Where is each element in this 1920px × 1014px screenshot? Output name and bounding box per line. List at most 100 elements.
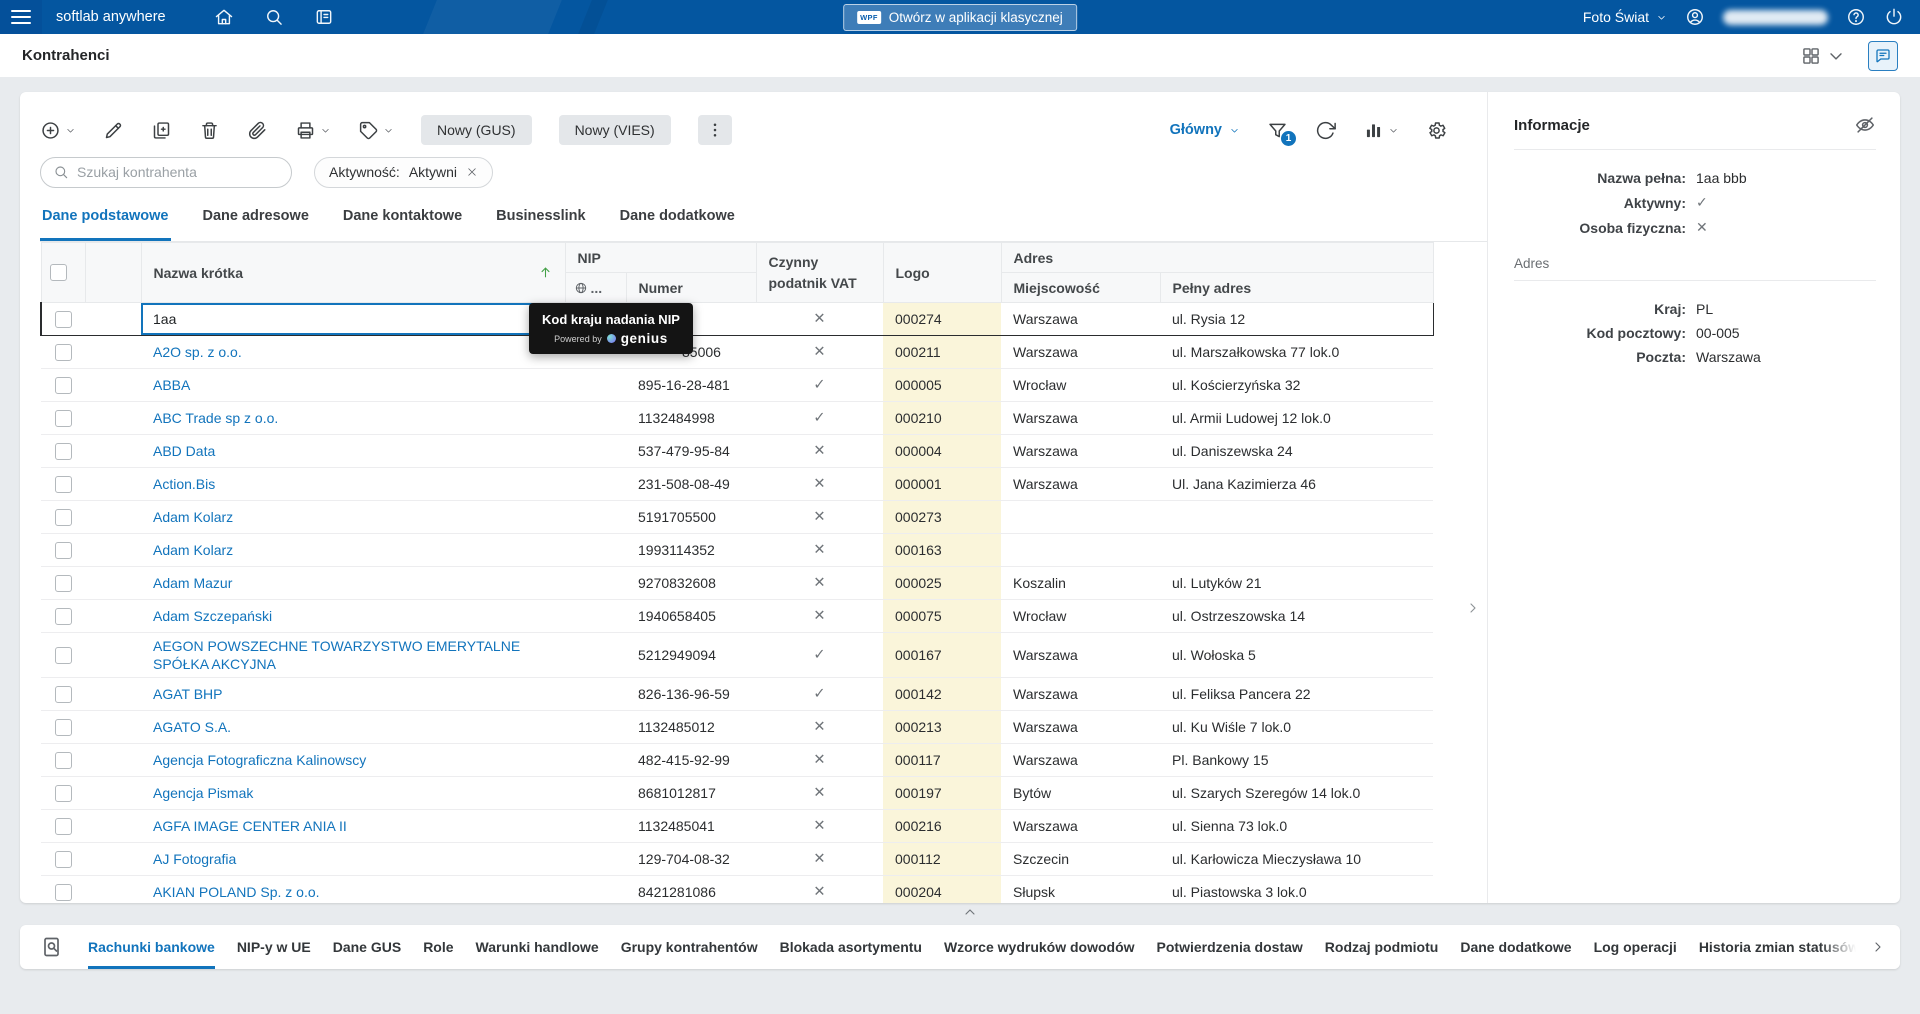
column-header-vat[interactable]: Czynny podatnik VAT <box>755 242 884 303</box>
copy-button[interactable] <box>151 120 172 141</box>
contractor-link[interactable]: AGAT BHP <box>153 686 223 702</box>
collapse-bottom-panel-button[interactable] <box>952 903 988 921</box>
row-checkbox[interactable] <box>54 752 72 770</box>
search-box[interactable] <box>40 156 292 188</box>
contractor-link[interactable]: Adam Szczepański <box>153 608 272 624</box>
row-checkbox[interactable] <box>54 647 72 665</box>
row-checkbox[interactable] <box>54 541 72 559</box>
tab[interactable]: Businesslink <box>494 196 587 241</box>
table-row[interactable]: Adam Kolarz 1993114352 ✕ 000163 <box>41 533 1433 567</box>
open-classic-app-button[interactable]: WPF Otwórz w aplikacji klasycznej <box>843 4 1077 31</box>
print-button[interactable] <box>295 120 331 141</box>
contractor-link[interactable]: Agencja Pismak <box>153 785 253 801</box>
bottom-tab[interactable]: Log operacji <box>1594 925 1677 969</box>
comments-toggle-button[interactable] <box>1868 40 1898 71</box>
column-header-full-address[interactable]: Pełny adres <box>1159 272 1434 303</box>
bottom-tab[interactable]: Grupy kontrahentów <box>621 925 758 969</box>
row-checkbox[interactable] <box>54 409 72 427</box>
close-icon[interactable] <box>466 166 478 178</box>
tags-button[interactable] <box>358 120 394 141</box>
home-icon[interactable] <box>214 7 234 27</box>
tabs-scroll-right-button[interactable] <box>1820 925 1900 969</box>
bottom-tab[interactable]: Role <box>423 925 453 969</box>
column-header-nip-country[interactable]: ... <box>564 272 627 303</box>
row-checkbox[interactable] <box>54 343 72 361</box>
bottom-tab[interactable]: Potwierdzenia dostaw <box>1157 925 1303 969</box>
contractor-link[interactable]: AJ Fotografia <box>153 851 236 867</box>
row-checkbox[interactable] <box>54 475 72 493</box>
help-icon[interactable] <box>1846 7 1866 27</box>
table-row[interactable]: AGFA IMAGE CENTER ANIA II 1132485041 ✕ 0… <box>41 809 1433 844</box>
hamburger-menu-button[interactable] <box>0 0 42 34</box>
contractor-link[interactable]: AGATO S.A. <box>153 719 231 735</box>
table-row[interactable]: A2O sp. z o.o. 85006 ✕ 000211 Warszawa u… <box>41 335 1433 369</box>
table-row[interactable]: Action.Bis 231-508-08-49 ✕ 000001 Warsza… <box>41 467 1433 501</box>
table-row[interactable]: Adam Kolarz 5191705500 ✕ 000273 <box>41 500 1433 534</box>
power-icon[interactable] <box>1884 7 1904 27</box>
tab[interactable]: Dane dodatkowe <box>618 196 737 241</box>
table-row[interactable]: AGATO S.A. 1132485012 ✕ 000213 Warszawa … <box>41 710 1433 745</box>
contacts-icon[interactable] <box>314 7 334 27</box>
edit-button[interactable] <box>103 120 124 141</box>
column-header-nip-number[interactable]: Numer <box>625 272 757 303</box>
bottom-tab[interactable]: Rachunki bankowe <box>88 925 215 969</box>
row-checkbox[interactable] <box>54 607 72 625</box>
bottom-tab[interactable]: Blokada asortymentu <box>780 925 922 969</box>
new-gus-button[interactable]: Nowy (GUS) <box>421 115 532 145</box>
view-selector[interactable]: Główny <box>1170 122 1240 138</box>
contractor-link[interactable]: AEGON POWSZECHNE TOWARZYSTWO EMERYTALNE … <box>153 638 520 672</box>
table-row[interactable]: ABBA 895-16-28-481 ✓ 000005 Wrocław ul. … <box>41 368 1433 402</box>
contractor-link[interactable]: AKIAN POLAND Sp. z o.o. <box>153 884 320 900</box>
row-checkbox[interactable] <box>54 719 72 737</box>
row-checkbox[interactable] <box>54 785 72 803</box>
hide-panel-icon[interactable] <box>1854 114 1876 136</box>
table-row[interactable]: ABD Data 537-479-95-84 ✕ 000004 Warszawa… <box>41 434 1433 468</box>
tab[interactable]: Dane adresowe <box>201 196 311 241</box>
chart-button[interactable] <box>1363 120 1399 141</box>
brand-logo[interactable]: softlab anywhere <box>56 9 166 25</box>
table-row[interactable]: 1aa ✕ 000274 Warszawa ul. Rysia 12 <box>40 302 1434 336</box>
row-checkbox[interactable] <box>54 508 72 526</box>
table-row[interactable]: AJ Fotografia 129-704-08-32 ✕ 000112 Szc… <box>41 842 1433 877</box>
contractor-link[interactable]: ABC Trade sp z o.o. <box>153 410 278 426</box>
contractor-link[interactable]: ABBA <box>153 377 190 393</box>
table-row[interactable]: Agencja Pismak 8681012817 ✕ 000197 Bytów… <box>41 776 1433 811</box>
row-checkbox[interactable] <box>54 851 72 869</box>
row-checkbox[interactable] <box>54 884 72 902</box>
search-input[interactable] <box>77 164 279 180</box>
delete-button[interactable] <box>199 120 220 141</box>
column-header-city[interactable]: Miejscowość <box>1000 272 1161 303</box>
company-selector[interactable]: Foto Świat <box>1583 9 1667 25</box>
contractor-link[interactable]: Action.Bis <box>153 476 215 492</box>
refresh-button[interactable] <box>1315 120 1336 141</box>
contractor-link[interactable]: A2O sp. z o.o. <box>153 344 242 360</box>
row-checkbox[interactable] <box>54 376 72 394</box>
table-row[interactable]: AGAT BHP 826-136-96-59 ✓ 000142 Warszawa… <box>41 677 1433 712</box>
contractor-link[interactable]: Adam Mazur <box>153 575 232 591</box>
bottom-tab[interactable]: Dane GUS <box>333 925 401 969</box>
settings-button[interactable] <box>1426 120 1447 141</box>
document-search-icon[interactable] <box>40 935 64 959</box>
row-checkbox[interactable] <box>54 686 72 704</box>
add-button[interactable] <box>40 120 76 141</box>
bottom-tab[interactable]: Wzorce wydruków dowodów <box>944 925 1135 969</box>
table-row[interactable]: Agencja Fotograficzna Kalinowscy 482-415… <box>41 743 1433 778</box>
column-header-logo[interactable]: Logo <box>882 242 1002 303</box>
more-actions-button[interactable] <box>697 115 732 145</box>
contractor-link[interactable]: Adam Kolarz <box>153 542 233 558</box>
table-row[interactable]: ABC Trade sp z o.o. 1132484998 ✓ 000210 … <box>41 401 1433 435</box>
contractor-link[interactable]: Adam Kolarz <box>153 509 233 525</box>
row-checkbox[interactable] <box>54 442 72 460</box>
new-vies-button[interactable]: Nowy (VIES) <box>558 115 671 145</box>
contractor-link[interactable]: 1aa <box>153 311 176 327</box>
contractor-link[interactable]: ABD Data <box>153 443 215 459</box>
filter-button[interactable]: 1 <box>1267 120 1296 146</box>
user-icon[interactable] <box>1685 7 1705 27</box>
select-all-checkbox[interactable] <box>49 264 67 282</box>
active-filter-chip[interactable]: Aktywność: Aktywni <box>314 156 494 188</box>
table-row[interactable]: Adam Szczepański 1940658405 ✕ 000075 Wro… <box>41 599 1433 633</box>
row-checkbox[interactable] <box>54 574 72 592</box>
bottom-tab[interactable]: Warunki handlowe <box>476 925 599 969</box>
table-row[interactable]: AKIAN POLAND Sp. z o.o. 8421281086 ✕ 000… <box>41 875 1433 903</box>
table-row[interactable]: Adam Mazur 9270832608 ✕ 000025 Koszalin … <box>41 566 1433 600</box>
